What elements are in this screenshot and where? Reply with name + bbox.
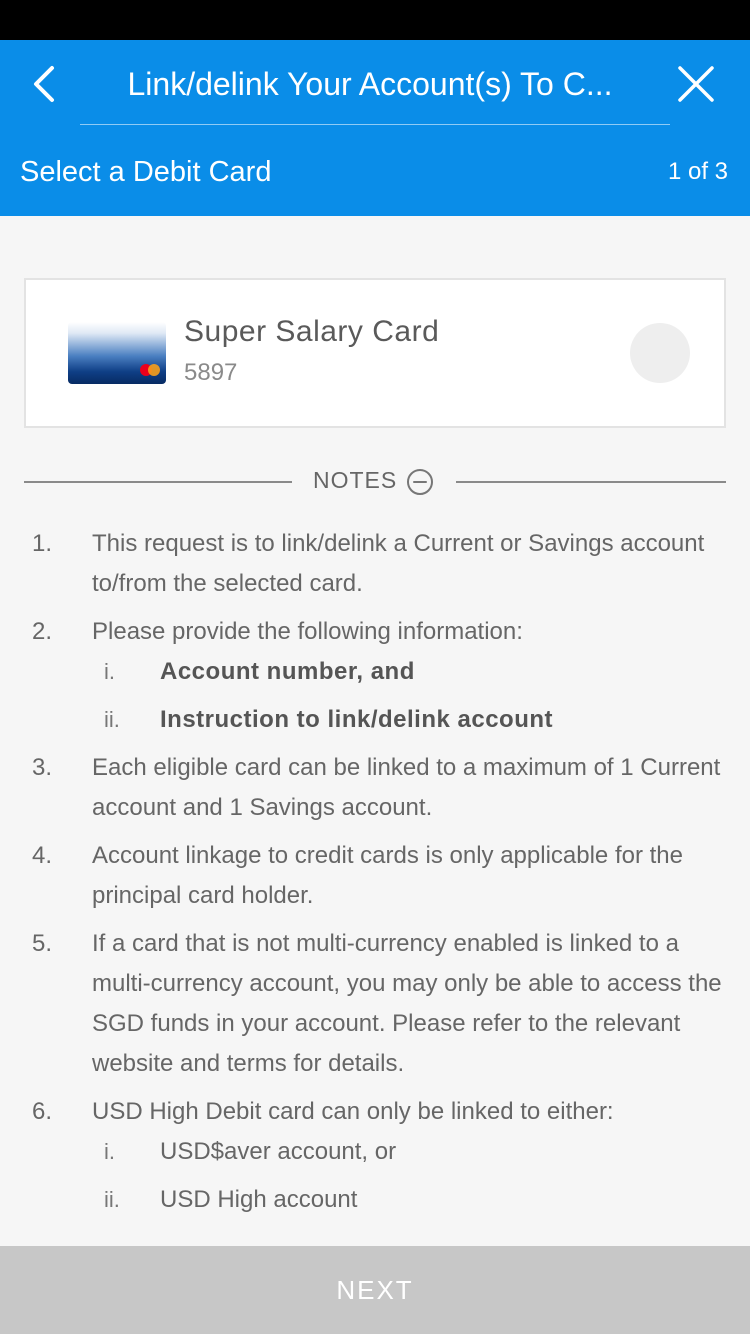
next-button[interactable]: NEXT xyxy=(0,1246,750,1334)
note-number: 6. xyxy=(32,1098,53,1125)
note-sub-item: ii. USD High account xyxy=(0,1180,750,1220)
note-text: USD High Debit card can only be linked t… xyxy=(92,1098,614,1125)
sub-text: Account number, and xyxy=(160,658,415,685)
note-item: 3. Each eligible card can be linked to a… xyxy=(0,748,750,828)
bank-logo-icon xyxy=(142,326,160,332)
note-text: If a card that is not multi-currency ena… xyxy=(92,930,722,1077)
note-number: 4. xyxy=(32,842,53,869)
note-text: Please provide the following information… xyxy=(92,618,523,645)
sub-number: ii. xyxy=(104,707,120,732)
notes-header: NOTES xyxy=(24,460,726,500)
note-sub-item: i. Account number, and xyxy=(0,652,750,692)
note-sub-item: i. USD$aver account, or xyxy=(0,1132,750,1172)
note-item: 6. USD High Debit card can only be linke… xyxy=(0,1092,750,1220)
sub-text: Instruction to link/delink account xyxy=(160,706,554,733)
sub-text: USD High account xyxy=(160,1186,358,1213)
chevron-left-icon xyxy=(34,66,54,102)
note-number: 1. xyxy=(32,530,53,557)
note-item: 5. If a card that is not multi-currency … xyxy=(0,924,750,1084)
minus-circle-icon[interactable] xyxy=(406,468,434,496)
card-select-radio[interactable] xyxy=(630,323,690,383)
divider xyxy=(456,481,726,483)
header: Link/delink Your Account(s) To C... Sele… xyxy=(0,40,750,216)
note-number: 2. xyxy=(32,618,53,645)
step-indicator: 1 of 3 xyxy=(667,158,728,185)
sub-text: USD$aver account, or xyxy=(160,1138,397,1165)
note-number: 3. xyxy=(32,754,53,781)
card-image xyxy=(68,322,166,384)
back-button[interactable] xyxy=(26,60,66,108)
note-text: This request is to link/delink a Current… xyxy=(92,530,705,597)
note-sub-item: ii. Instruction to link/delink account xyxy=(0,700,750,740)
sub-number: i. xyxy=(104,1139,115,1164)
page-title: Link/delink Your Account(s) To C... xyxy=(127,66,613,102)
note-item: 1. This request is to link/delink a Curr… xyxy=(0,524,750,604)
note-item: 4. Account linkage to credit cards is on… xyxy=(0,836,750,916)
note-number: 5. xyxy=(32,930,53,957)
notes-list: 1. This request is to link/delink a Curr… xyxy=(0,524,750,1220)
close-icon xyxy=(678,66,714,102)
title-divider xyxy=(80,124,670,125)
sub-number: ii. xyxy=(104,1187,120,1212)
sub-number: i. xyxy=(104,659,115,684)
card-name: Super Salary Card xyxy=(184,315,440,348)
subheader-label: Select a Debit Card xyxy=(20,156,272,188)
divider xyxy=(24,481,292,483)
close-button[interactable] xyxy=(672,60,720,108)
debit-card-option[interactable]: Super Salary Card 5897 xyxy=(24,278,726,428)
card-number: 5897 xyxy=(184,359,238,386)
note-text: Each eligible card can be linked to a ma… xyxy=(92,754,721,821)
status-bar xyxy=(0,0,750,40)
note-item: 2. Please provide the following informat… xyxy=(0,612,750,740)
note-text: Account linkage to credit cards is only … xyxy=(92,842,683,909)
notes-label: NOTES xyxy=(313,467,398,493)
